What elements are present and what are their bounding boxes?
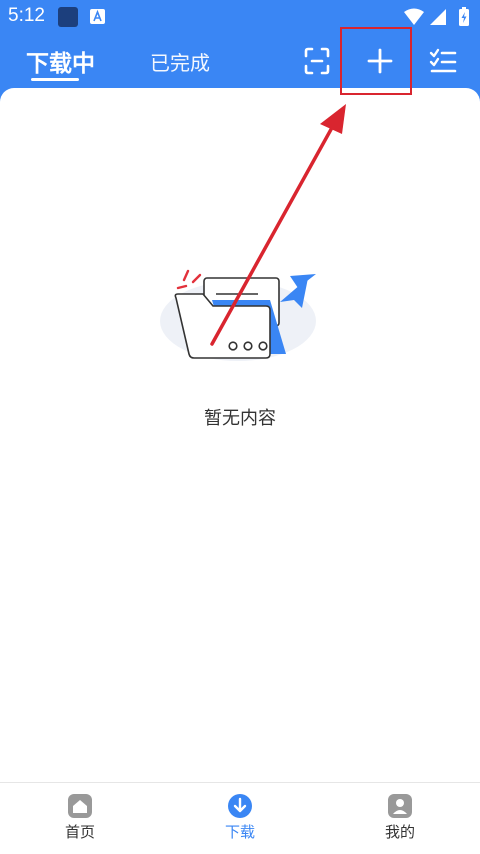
status-icons bbox=[404, 7, 469, 26]
nav-download-label: 下载 bbox=[224, 823, 255, 841]
nav-profile[interactable]: 我的 bbox=[340, 783, 460, 854]
checklist-icon bbox=[429, 48, 457, 73]
profile-icon bbox=[388, 794, 412, 818]
scan-button[interactable] bbox=[300, 44, 334, 78]
bottom-navigation: 首页 下载 我的 bbox=[0, 782, 480, 854]
status-time: 5:12 bbox=[8, 5, 45, 26]
nav-download[interactable]: 下载 bbox=[180, 783, 300, 854]
empty-folder-icon bbox=[160, 269, 316, 361]
highlight-box bbox=[340, 27, 412, 95]
tab-completed[interactable]: 已完成 bbox=[150, 47, 210, 76]
tab-downloading[interactable]: 下载中 bbox=[26, 44, 95, 78]
nav-profile-label: 我的 bbox=[384, 823, 415, 841]
active-tab-indicator bbox=[31, 78, 79, 81]
download-icon bbox=[228, 794, 252, 818]
download-list-area: 暂无内容 bbox=[0, 88, 480, 782]
home-icon bbox=[68, 794, 92, 818]
batch-select-button[interactable] bbox=[426, 44, 460, 78]
nav-home[interactable]: 首页 bbox=[20, 783, 140, 854]
nav-home-label: 首页 bbox=[64, 823, 95, 841]
app-notification-icon bbox=[58, 7, 78, 27]
empty-state-message: 暂无内容 bbox=[204, 408, 276, 429]
wifi-icon bbox=[404, 8, 424, 25]
font-app-icon bbox=[90, 9, 105, 24]
signal-icon bbox=[430, 9, 446, 25]
scan-icon bbox=[304, 47, 330, 75]
